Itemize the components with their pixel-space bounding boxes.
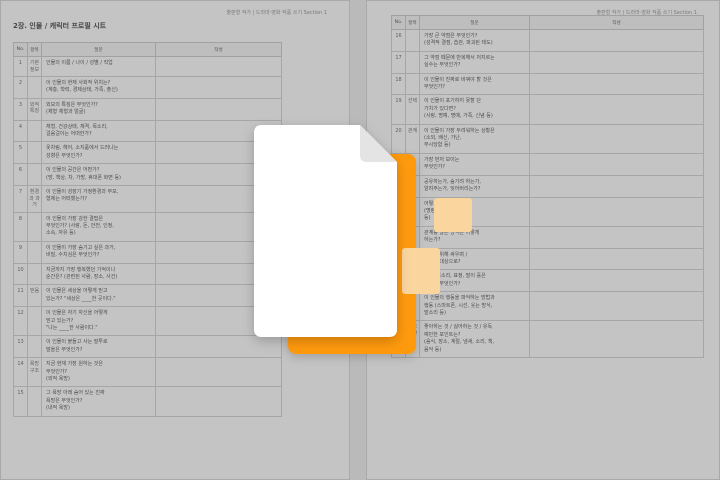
- file-document-icon: [248, 120, 472, 360]
- document-tab-bottom: [402, 248, 440, 294]
- front-document-shape: [254, 125, 397, 337]
- document-tab-top: [434, 198, 472, 232]
